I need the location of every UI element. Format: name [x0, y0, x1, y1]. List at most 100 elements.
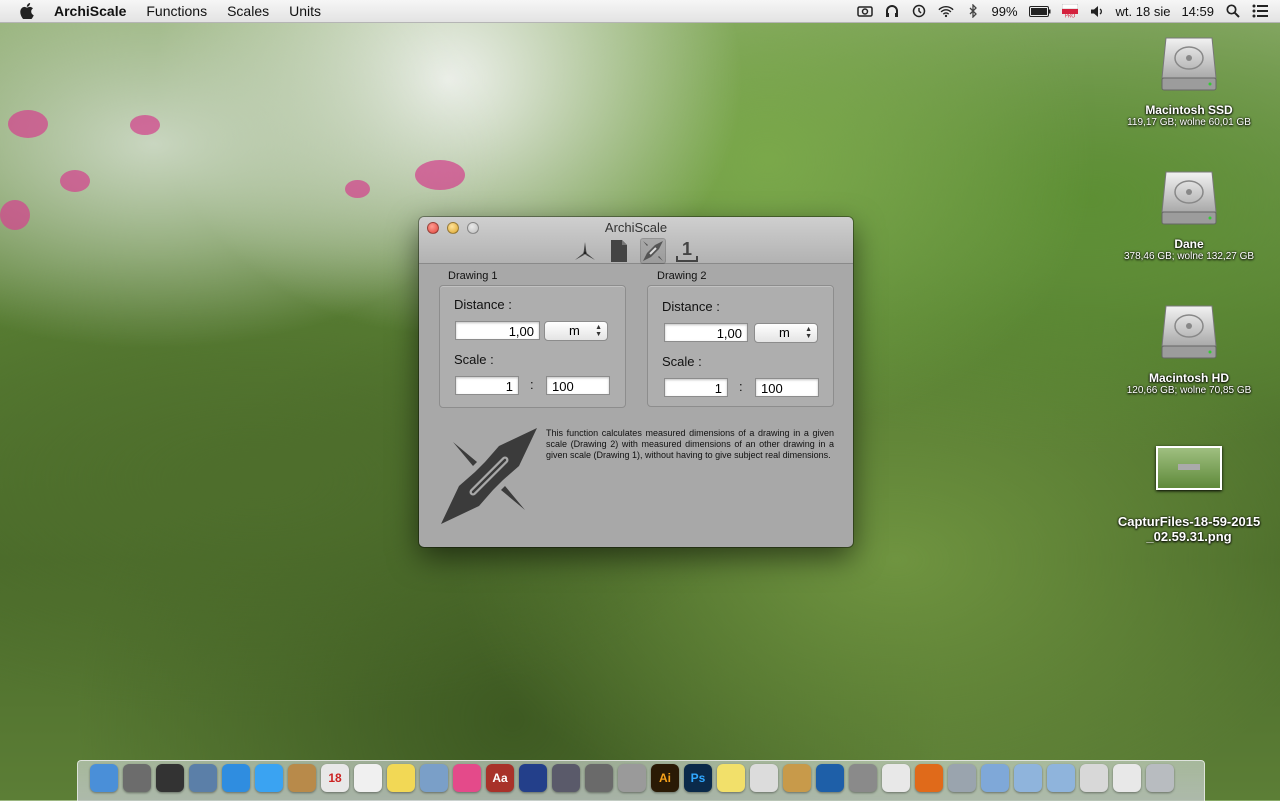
wallpaper-flower — [130, 115, 160, 135]
archiscale-icon[interactable] — [585, 764, 613, 792]
document-icon — [611, 240, 627, 262]
drawing1-distance-label: Distance : — [454, 297, 512, 312]
reminders-icon[interactable] — [354, 764, 382, 792]
scale-compare-icon — [643, 241, 663, 261]
drive-name: Dane — [1174, 237, 1204, 251]
svg-text:PRO: PRO — [1064, 14, 1074, 19]
drawing2-scale-right-input[interactable]: 100 — [755, 378, 819, 397]
archiscale-window: ArchiScale 1 Drawing 1 Distance : 1,00 m… — [419, 217, 853, 547]
drive-info: 378,46 GB; wolne 132,27 GB — [1123, 251, 1255, 262]
drawing2-group: Distance : 1,00 m ▲ ▼ Scale : 1 : 100 — [647, 285, 834, 407]
scripteditor-icon[interactable] — [552, 764, 580, 792]
desktop-drive-dane[interactable]: Dane 378,46 GB; wolne 132,27 GB — [1109, 166, 1269, 262]
toolbar-unit-button[interactable]: 1 — [674, 238, 700, 264]
photos-icon[interactable] — [420, 764, 448, 792]
documents-folder-icon[interactable] — [1014, 764, 1042, 792]
compass-icon — [575, 242, 595, 260]
messages-icon[interactable] — [255, 764, 283, 792]
image-thumbnail-icon — [1156, 446, 1222, 490]
menu-bar: ArchiScale Functions Scales Units 99% PR… — [0, 0, 1280, 23]
drawing2-unit-select[interactable]: m ▲ ▼ — [754, 323, 818, 343]
drawing1-scale-left-input[interactable]: 1 — [455, 376, 519, 395]
battery-percent: 99% — [991, 3, 1018, 19]
wallpaper-flower — [8, 110, 48, 138]
drawing2-scale-label: Scale : — [662, 354, 702, 369]
safari-icon[interactable] — [222, 764, 250, 792]
wifi-icon[interactable] — [937, 4, 954, 18]
drawing1-distance-input[interactable]: 1,00 — [455, 321, 540, 340]
menu-functions[interactable]: Functions — [146, 3, 207, 19]
apple-menu-icon[interactable] — [18, 2, 36, 20]
contacts-icon[interactable] — [288, 764, 316, 792]
launchpad-icon[interactable] — [123, 764, 151, 792]
battery-icon[interactable] — [1028, 4, 1051, 18]
flag-uk-icon[interactable] — [519, 764, 547, 792]
drawing2-unit-value: m — [779, 325, 790, 340]
svg-text:1: 1 — [682, 239, 692, 259]
headphones-icon[interactable] — [884, 4, 900, 18]
window-titlebar[interactable]: ArchiScale 1 — [419, 217, 853, 264]
drive-info: 119,17 GB; wolne 60,01 GB — [1127, 117, 1251, 128]
drive-info: 120,66 GB; wolne 70,85 GB — [1126, 385, 1252, 396]
dashboard-icon[interactable] — [156, 764, 184, 792]
updown-arrows-icon: ▲ ▼ — [595, 324, 602, 338]
camera-icon[interactable] — [856, 4, 873, 18]
drawing2-scale-left-input[interactable]: 1 — [664, 378, 728, 397]
drawing1-unit-select[interactable]: m ▲ ▼ — [544, 321, 608, 341]
calendar-icon[interactable]: 18 — [321, 764, 349, 792]
network-icon[interactable] — [816, 764, 844, 792]
drawing1-scale-right-input[interactable]: 100 — [546, 376, 610, 395]
trash-icon[interactable] — [1146, 764, 1174, 792]
drawing2-distance-label: Distance : — [662, 299, 720, 314]
bluetooth-icon[interactable] — [965, 4, 981, 18]
hard-drive-icon — [1161, 171, 1217, 225]
toolbar-compass-button[interactable] — [572, 238, 598, 264]
system-prefs-icon[interactable] — [849, 764, 877, 792]
document-stack-icon[interactable] — [1113, 764, 1141, 792]
stickies-icon[interactable] — [717, 764, 745, 792]
compass-app-icon[interactable] — [948, 764, 976, 792]
flag-pl-icon[interactable]: PRO — [1061, 4, 1078, 19]
illustrator-icon[interactable]: Ai — [651, 764, 679, 792]
screenshot-stack-icon[interactable] — [1080, 764, 1108, 792]
menu-units[interactable]: Units — [289, 3, 321, 19]
textedit-icon[interactable] — [750, 764, 778, 792]
menu-app-name[interactable]: ArchiScale — [54, 3, 126, 19]
desktop-drive-macintosh-hd[interactable]: Macintosh HD 120,66 GB; wolne 70,85 GB — [1109, 300, 1269, 396]
toolbar-scale-compare-button[interactable] — [640, 238, 666, 264]
applications-folder-icon[interactable] — [981, 764, 1009, 792]
spotlight-icon[interactable] — [1225, 4, 1241, 18]
desktop-drive-macintosh-ssd[interactable]: Macintosh SSD 119,17 GB; wolne 60,01 GB — [1109, 32, 1269, 128]
preview-icon[interactable] — [189, 764, 217, 792]
unit-one-icon: 1 — [676, 239, 698, 262]
search-icon[interactable] — [783, 764, 811, 792]
menu-scales[interactable]: Scales — [227, 3, 269, 19]
menubar-time[interactable]: 14:59 — [1181, 4, 1214, 19]
calculator-icon[interactable] — [618, 764, 646, 792]
time-machine-icon[interactable] — [911, 4, 927, 18]
drawing2-distance-input[interactable]: 1,00 — [664, 323, 748, 342]
wallpaper-flower — [0, 200, 30, 230]
wallpaper-flower — [415, 160, 465, 190]
dictionary-icon[interactable]: Aa — [486, 764, 514, 792]
toolbar-document-button[interactable] — [606, 238, 632, 264]
updown-arrows-icon: ▲ ▼ — [805, 326, 812, 340]
function-description: This function calculates measured dimens… — [546, 428, 834, 460]
finder-icon[interactable] — [90, 764, 118, 792]
menubar-date[interactable]: wt. 18 sie — [1116, 4, 1171, 19]
notification-center-icon[interactable] — [1252, 4, 1268, 18]
window-title: ArchiScale — [604, 220, 668, 235]
desktop-file-screenshot[interactable]: CapturFiles-18-59-2015 _02.59.31.png — [1109, 446, 1269, 544]
hard-drive-icon — [1161, 37, 1217, 91]
itunes-icon[interactable] — [453, 764, 481, 792]
photoshop-icon[interactable]: Ps — [684, 764, 712, 792]
firefox-icon[interactable] — [915, 764, 943, 792]
notes-icon[interactable] — [387, 764, 415, 792]
vuze-icon[interactable] — [882, 764, 910, 792]
volume-icon[interactable] — [1089, 4, 1105, 18]
downloads-folder-icon[interactable] — [1047, 764, 1075, 792]
window-toolbar: 1 — [419, 238, 853, 264]
drawing2-label: Drawing 2 — [657, 270, 707, 282]
file-name-line1: CapturFiles-18-59-2015 — [1117, 514, 1261, 529]
wallpaper-flower — [345, 180, 370, 198]
